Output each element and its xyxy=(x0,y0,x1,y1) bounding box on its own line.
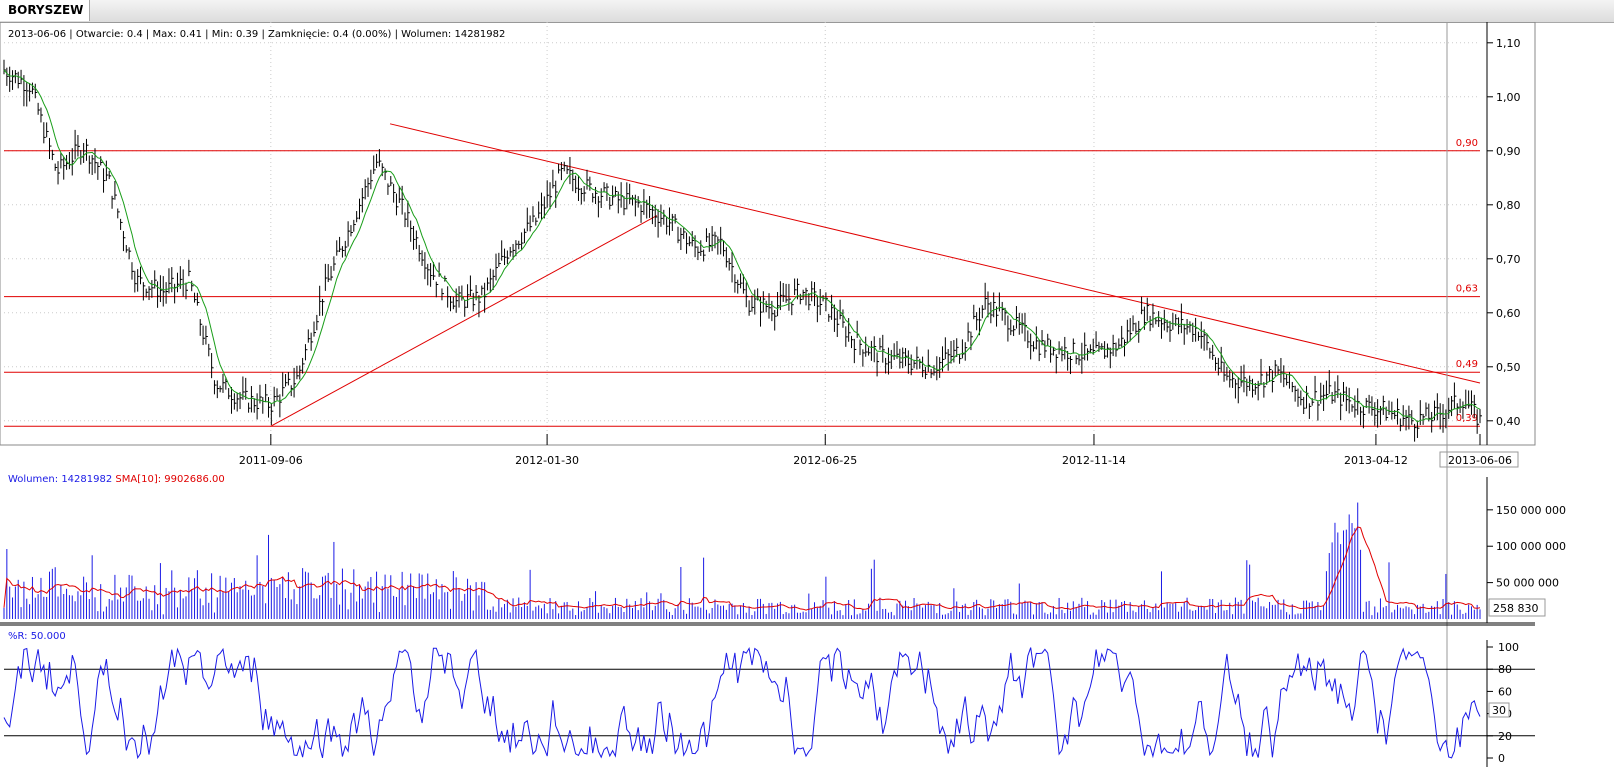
price-panel-frame xyxy=(0,22,1536,446)
info-max: Max: 0.41 xyxy=(152,29,202,40)
wr-tick-label: 0 xyxy=(1498,752,1505,765)
level-label: 0,49 xyxy=(1456,359,1478,370)
level-label: 0,63 xyxy=(1456,284,1478,295)
wr-tick-label: 20 xyxy=(1498,730,1512,743)
price-sma-line xyxy=(3,69,1481,423)
date-tick-label: 2011-09-06 xyxy=(239,454,303,467)
date-axis: 2011-09-06 2012-01-30 2012-06-25 2012-11-14… xyxy=(239,434,1519,468)
info-date: 2013-06-06 xyxy=(8,29,66,40)
price-tick-label: 0,40 xyxy=(1496,415,1521,428)
volume-tick-label: 50 000 000 xyxy=(1496,577,1559,590)
wr-line xyxy=(3,646,1481,760)
date-tick-label: 2013-04-12 xyxy=(1344,454,1408,467)
volume-legend-volume: Wolumen: 14281982 xyxy=(8,474,112,485)
trendline xyxy=(270,215,658,427)
tab-bar: BORYSZEW xyxy=(0,0,1614,23)
volume-tick-label: 100 000 000 xyxy=(1496,540,1566,553)
wr-tick-label: 100 xyxy=(1498,641,1519,654)
wr-legend: %R: 50.000 xyxy=(8,631,66,642)
date-tick-label: 2012-01-30 xyxy=(515,454,579,467)
info-open: Otwarcie: 0.4 xyxy=(76,29,143,40)
trendline xyxy=(389,123,1481,384)
level-label: 0,90 xyxy=(1456,138,1478,149)
price-tick-label: 0,50 xyxy=(1496,361,1521,374)
info-bar: 2013-06-06 | Otwarcie: 0.4 | Max: 0.41 |… xyxy=(8,29,505,40)
date-tick-label: 2012-06-25 xyxy=(793,454,857,467)
price-tick-label: 1,10 xyxy=(1496,37,1521,50)
price-tick-label: 0,60 xyxy=(1496,307,1521,320)
price-tick-label: 0,70 xyxy=(1496,253,1521,266)
ohlc-bars xyxy=(3,59,1482,442)
volume-bars xyxy=(3,502,1481,619)
price-tick-label: 1,00 xyxy=(1496,91,1521,104)
info-close: Zamknięcie: 0.4 (0.00%) xyxy=(268,29,392,40)
info-volume: Wolumen: 14281982 xyxy=(401,29,505,40)
volume-legend-sma: SMA[10]: 9902686.00 xyxy=(115,474,224,485)
price-tick-label: 0,90 xyxy=(1496,145,1521,158)
volume-legend: Wolumen: 14281982 SMA[10]: 9902686.00 xyxy=(8,474,225,485)
volume-value-label: 258 830 xyxy=(1493,602,1539,615)
trendlines xyxy=(270,123,1481,427)
info-min: Min: 0.39 xyxy=(212,29,259,40)
wr-tick-label: 80 xyxy=(1498,663,1512,676)
price-tick-label: 0,80 xyxy=(1496,199,1521,212)
price-axis: 1,10 1,00 0,90 0,80 0,70 0,60 0,50 0,40 xyxy=(1486,22,1521,445)
date-tick-label: 2013-06-06 xyxy=(1448,454,1512,467)
date-tick-label: 2012-11-14 xyxy=(1062,454,1126,467)
volume-tick-label: 150 000 000 xyxy=(1496,504,1566,517)
tab-boryszew[interactable]: BORYSZEW xyxy=(0,0,90,21)
wr-tick-label: 60 xyxy=(1498,685,1512,698)
stock-chart: 0,900,630,490,39 1,101,000,900,800,700,6… xyxy=(0,22,1566,767)
wr-value-label: 30 xyxy=(1492,704,1506,717)
